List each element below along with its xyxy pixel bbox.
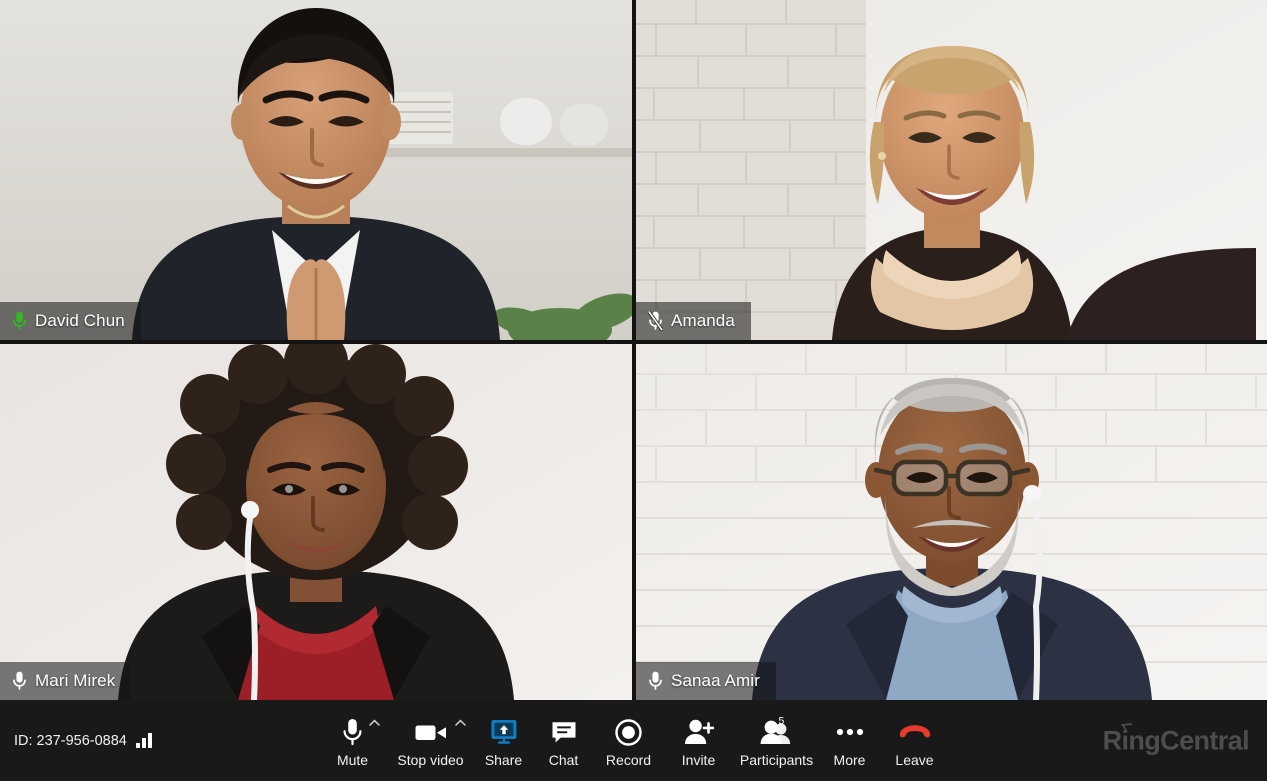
person-add-icon <box>684 718 714 746</box>
participant-nameplate: David Chun <box>0 302 141 340</box>
participant-name: Sanaa Amir <box>671 671 760 690</box>
mute-label: Mute <box>336 752 369 768</box>
phone-hangup-icon <box>898 718 932 746</box>
microphone-icon <box>12 671 27 691</box>
microphone-muted-icon <box>648 311 663 331</box>
meeting-id: ID: 237-956-0884 <box>14 733 152 749</box>
video-feed <box>0 344 632 700</box>
share-button[interactable]: Share <box>474 700 534 781</box>
meeting-id-label: ID: 237-956-0884 <box>14 732 127 749</box>
meeting-window: David Chun Amanda Mari Mirek Sanaa Amir … <box>0 0 1267 781</box>
stop-video-button[interactable]: Stop video <box>388 700 474 781</box>
video-grid: David Chun Amanda Mari Mirek Sanaa Amir <box>0 0 1267 700</box>
ellipsis-icon <box>836 718 864 746</box>
meeting-toolbar: ID: 237-956-0884 Mute Stop video Share C… <box>0 700 1267 781</box>
chat-label: Chat <box>548 752 579 768</box>
chevron-up-icon[interactable] <box>368 718 380 729</box>
chat-button[interactable]: Chat <box>534 700 594 781</box>
record-circle-icon <box>615 718 642 746</box>
participants-button[interactable]: 5 Participants <box>734 700 820 781</box>
video-tile-mari-mirek[interactable]: Mari Mirek <box>0 344 632 700</box>
record-label: Record <box>605 752 652 768</box>
more-label: More <box>833 752 866 768</box>
ringcentral-logo: RingCentral <box>1102 725 1250 756</box>
video-tile-david-chun[interactable]: David Chun <box>0 0 632 340</box>
invite-label: Invite <box>681 752 716 768</box>
video-tile-amanda[interactable]: Amanda <box>636 0 1267 340</box>
microphone-active-icon <box>12 311 27 331</box>
screen-share-icon <box>490 718 518 746</box>
brand-text-part2: i <box>1121 725 1129 755</box>
invite-button[interactable]: Invite <box>664 700 734 781</box>
signal-bars-icon <box>135 733 152 748</box>
brand-text-part1: R <box>1102 725 1123 755</box>
leave-label: Leave <box>895 752 934 768</box>
mute-button[interactable]: Mute <box>318 700 388 781</box>
leave-button[interactable]: Leave <box>880 700 950 781</box>
participant-nameplate: Mari Mirek <box>0 662 132 700</box>
participant-name: Mari Mirek <box>35 671 116 690</box>
toolbar-controls: Mute Stop video Share Chat Record Invite… <box>318 700 950 781</box>
chat-bubble-icon <box>551 718 577 746</box>
video-feed <box>636 0 1267 340</box>
people-icon <box>760 718 794 746</box>
participant-name: Amanda <box>671 311 735 330</box>
more-button[interactable]: More <box>820 700 880 781</box>
participants-count-badge: 5 <box>778 715 785 727</box>
chevron-up-icon[interactable] <box>454 718 466 729</box>
video-feed <box>636 344 1267 700</box>
video-camera-icon <box>415 718 447 746</box>
participant-nameplate: Amanda <box>636 302 751 340</box>
participant-name: David Chun <box>35 311 125 330</box>
share-label: Share <box>484 752 523 768</box>
brand-text-part3: ngCentral <box>1128 725 1249 755</box>
record-button[interactable]: Record <box>594 700 664 781</box>
microphone-icon <box>648 671 663 691</box>
microphone-icon <box>342 718 363 746</box>
video-feed <box>0 0 632 340</box>
stop-video-label: Stop video <box>397 752 464 768</box>
participants-label: Participants <box>739 752 814 768</box>
video-tile-sanaa-amir[interactable]: Sanaa Amir <box>636 344 1267 700</box>
participant-nameplate: Sanaa Amir <box>636 662 776 700</box>
